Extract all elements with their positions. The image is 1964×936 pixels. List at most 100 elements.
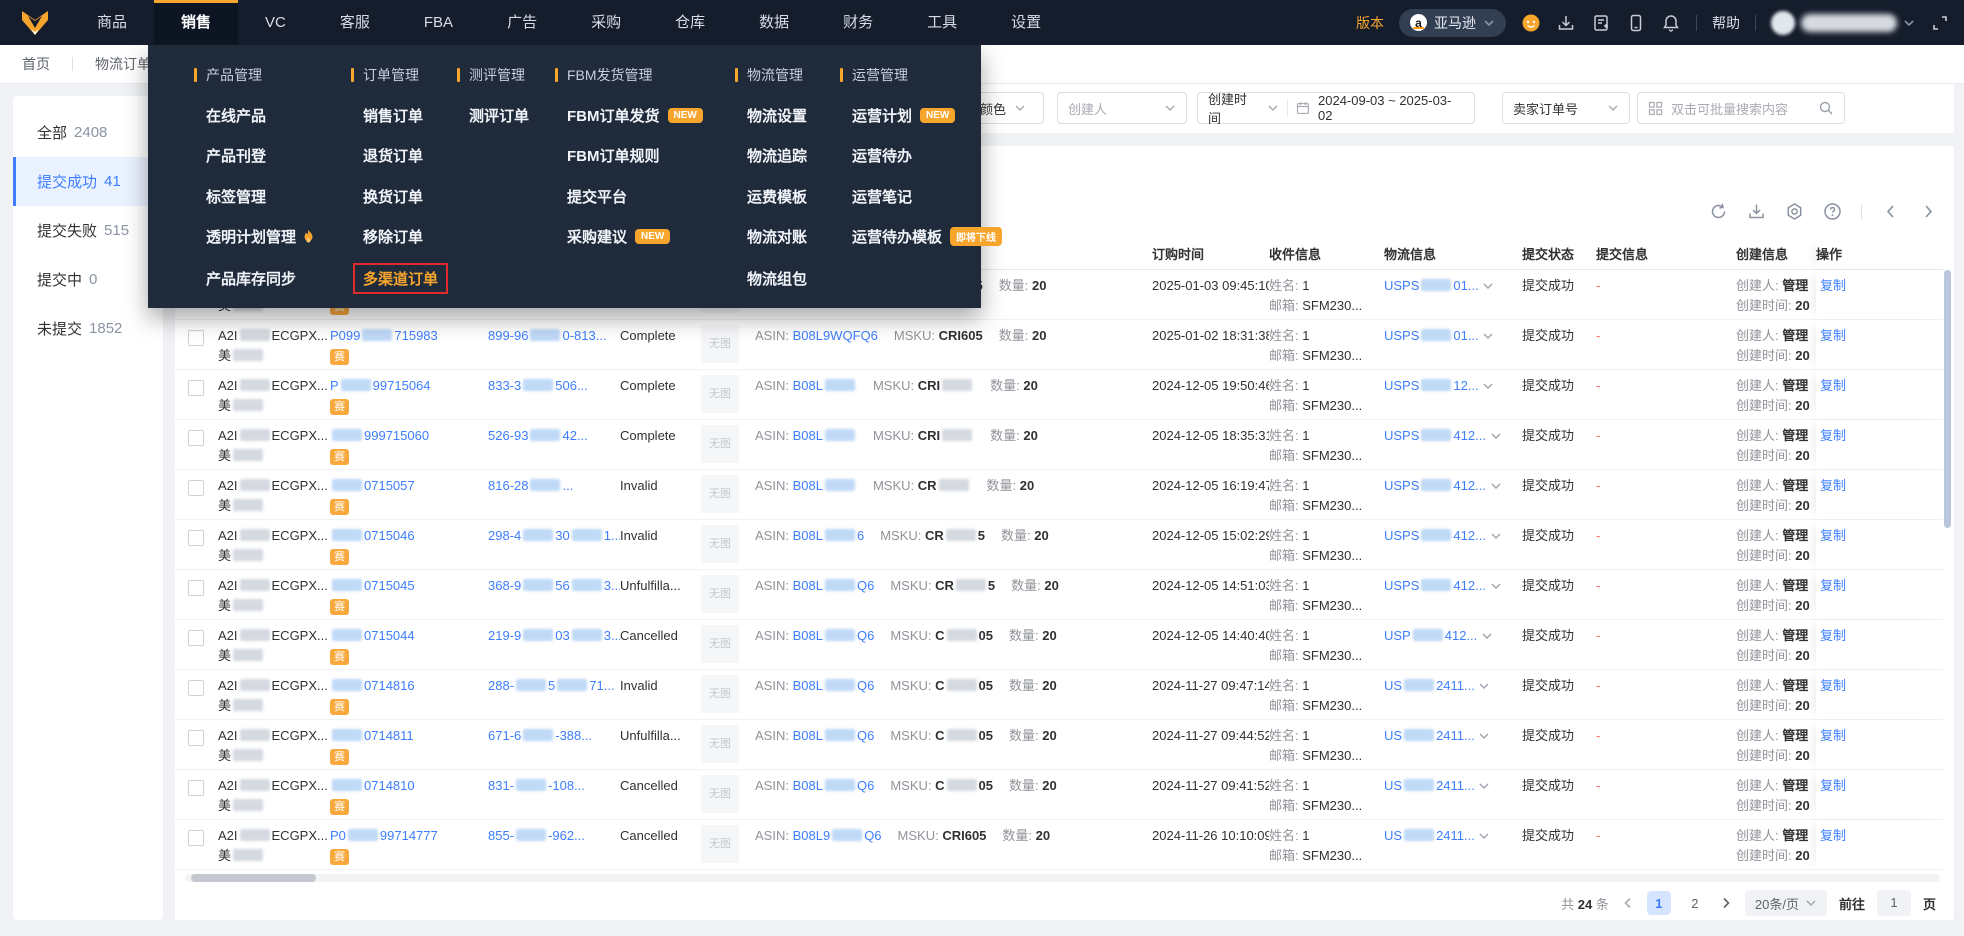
order-no-link[interactable]: 0715045 [330,577,488,594]
row-checkbox[interactable] [188,580,204,596]
row-checkbox[interactable] [188,730,204,746]
order-no-link[interactable]: 0714816 [330,677,488,694]
logistics-link[interactable]: US2411... [1384,728,1475,743]
copy-button[interactable]: 复制 [1820,728,1846,743]
platform-order-link[interactable]: 368-9563... [488,578,620,593]
platform-order-link[interactable]: 671-6-388... [488,728,592,743]
menu-item-1-3[interactable]: 移除订单 [363,226,423,247]
platform-order-link[interactable]: 219-9033... [488,628,620,643]
next-page-icon[interactable] [1719,896,1733,910]
order-no-link[interactable]: 999715060 [330,427,488,444]
menu-item-1-0[interactable]: 销售订单 [363,105,423,126]
logistics-link[interactable]: USPS412... [1384,428,1486,443]
asin-link[interactable]: B08L6 [793,528,865,543]
nav-item-0[interactable]: 商品 [70,0,154,45]
fullscreen-icon[interactable] [1930,13,1950,33]
refresh-icon[interactable] [1709,202,1728,221]
asin-link[interactable]: B08L9WQFQ6 [793,328,878,343]
creator-filter-select[interactable]: 创建人 [1057,92,1187,124]
menu-item-0-4[interactable]: 产品库存同步 [206,268,296,289]
next-icon[interactable] [1919,202,1938,221]
copy-button[interactable]: 复制 [1820,378,1846,393]
sidebar-item-0[interactable]: 全部2408 [13,108,163,157]
platform-order-link[interactable]: 816-28... [488,478,573,493]
user-menu[interactable] [1771,11,1915,35]
logistics-link[interactable]: US2411... [1384,778,1475,793]
asin-link[interactable]: B08L [793,378,857,393]
download-icon[interactable] [1556,13,1576,33]
scrollbar-thumb[interactable] [191,874,316,882]
menu-item-1-1[interactable]: 退货订单 [363,145,423,166]
platform-order-link[interactable]: 855--962... [488,828,585,843]
order-no-link[interactable]: 0714811 [330,727,488,744]
platform-order-link[interactable]: 833-3506... [488,378,588,393]
mobile-icon[interactable] [1626,13,1646,33]
menu-item-0-2[interactable]: 标签管理 [206,186,266,207]
nav-item-2[interactable]: VC [238,0,313,45]
logistics-link[interactable]: USPS01... [1384,278,1479,293]
row-checkbox[interactable] [188,530,204,546]
menu-item-1-2[interactable]: 换货订单 [363,186,423,207]
platform-order-link[interactable]: 831--108... [488,778,585,793]
prev-icon[interactable] [1881,202,1900,221]
logistics-link[interactable]: USP412... [1384,628,1477,643]
menu-item-5-0[interactable]: 运营计划NEW [852,105,955,126]
help-link[interactable]: 帮助 [1712,13,1740,33]
date-range-filter[interactable]: 创建时间 2024-09-03 ~ 2025-03-02 [1197,92,1475,124]
nav-item-3[interactable]: 客服 [313,0,397,45]
copy-button[interactable]: 复制 [1820,778,1846,793]
note-icon[interactable] [1591,13,1611,33]
copy-button[interactable]: 复制 [1820,628,1846,643]
marketplace-selector[interactable]: a 亚马逊 [1399,9,1506,37]
sidebar-item-2[interactable]: 提交失败515 [13,206,163,255]
row-checkbox[interactable] [188,630,204,646]
order-no-link[interactable]: 0715046 [330,527,488,544]
menu-item-0-0[interactable]: 在线产品 [206,105,266,126]
asin-link[interactable]: B08LQ6 [793,678,875,693]
menu-item-0-1[interactable]: 产品刊登 [206,145,266,166]
platform-order-link[interactable]: 526-9342... [488,428,588,443]
nav-item-6[interactable]: 采购 [564,0,648,45]
menu-item-4-0[interactable]: 物流设置 [747,105,807,126]
menu-item-5-3[interactable]: 运营待办模板即将下线 [852,226,1002,247]
copy-button[interactable]: 复制 [1820,428,1846,443]
platform-order-link[interactable]: 288-571... [488,678,615,693]
export-icon[interactable] [1747,202,1766,221]
asin-link[interactable]: B08L9Q6 [793,828,882,843]
copy-button[interactable]: 复制 [1820,828,1846,843]
asin-link[interactable]: B08LQ6 [793,778,875,793]
row-checkbox[interactable] [188,480,204,496]
support-icon[interactable] [1521,13,1541,33]
page-number-2[interactable]: 2 [1683,891,1707,915]
nav-item-10[interactable]: 工具 [900,0,984,45]
row-checkbox[interactable] [188,830,204,846]
search-field-select[interactable]: 卖家订单号 [1502,92,1630,124]
row-checkbox[interactable] [188,380,204,396]
menu-item-5-2[interactable]: 运营笔记 [852,186,912,207]
menu-item-1-4[interactable]: 多渠道订单 [355,265,446,292]
page-size-select[interactable]: 20条/页 [1745,890,1827,916]
platform-order-link[interactable]: 899-960-813... [488,328,607,343]
menu-item-4-1[interactable]: 物流追踪 [747,145,807,166]
asin-link[interactable]: B08LQ6 [793,628,875,643]
version-link[interactable]: 版本 [1356,13,1384,33]
menu-item-0-3[interactable]: 透明计划管理 [206,226,316,247]
nav-item-7[interactable]: 仓库 [648,0,732,45]
logistics-link[interactable]: USPS412... [1384,578,1486,593]
order-no-link[interactable]: P99715064 [330,377,488,394]
logistics-link[interactable]: USPS12... [1384,378,1479,393]
order-no-link[interactable]: P099714777 [330,827,488,844]
logistics-link[interactable]: USPS01... [1384,328,1479,343]
menu-item-3-0[interactable]: FBM订单发货NEW [567,105,703,126]
sidebar-item-1[interactable]: 提交成功41 [13,157,163,206]
logistics-link[interactable]: US2411... [1384,828,1475,843]
nav-item-11[interactable]: 设置 [984,0,1068,45]
bell-icon[interactable] [1661,13,1681,33]
tab-home[interactable]: 首页 [0,54,72,74]
copy-button[interactable]: 复制 [1820,578,1846,593]
logistics-link[interactable]: US2411... [1384,678,1475,693]
menu-item-4-4[interactable]: 物流组包 [747,268,807,289]
settings-icon[interactable] [1785,202,1804,221]
nav-item-8[interactable]: 数据 [732,0,816,45]
row-checkbox[interactable] [188,680,204,696]
